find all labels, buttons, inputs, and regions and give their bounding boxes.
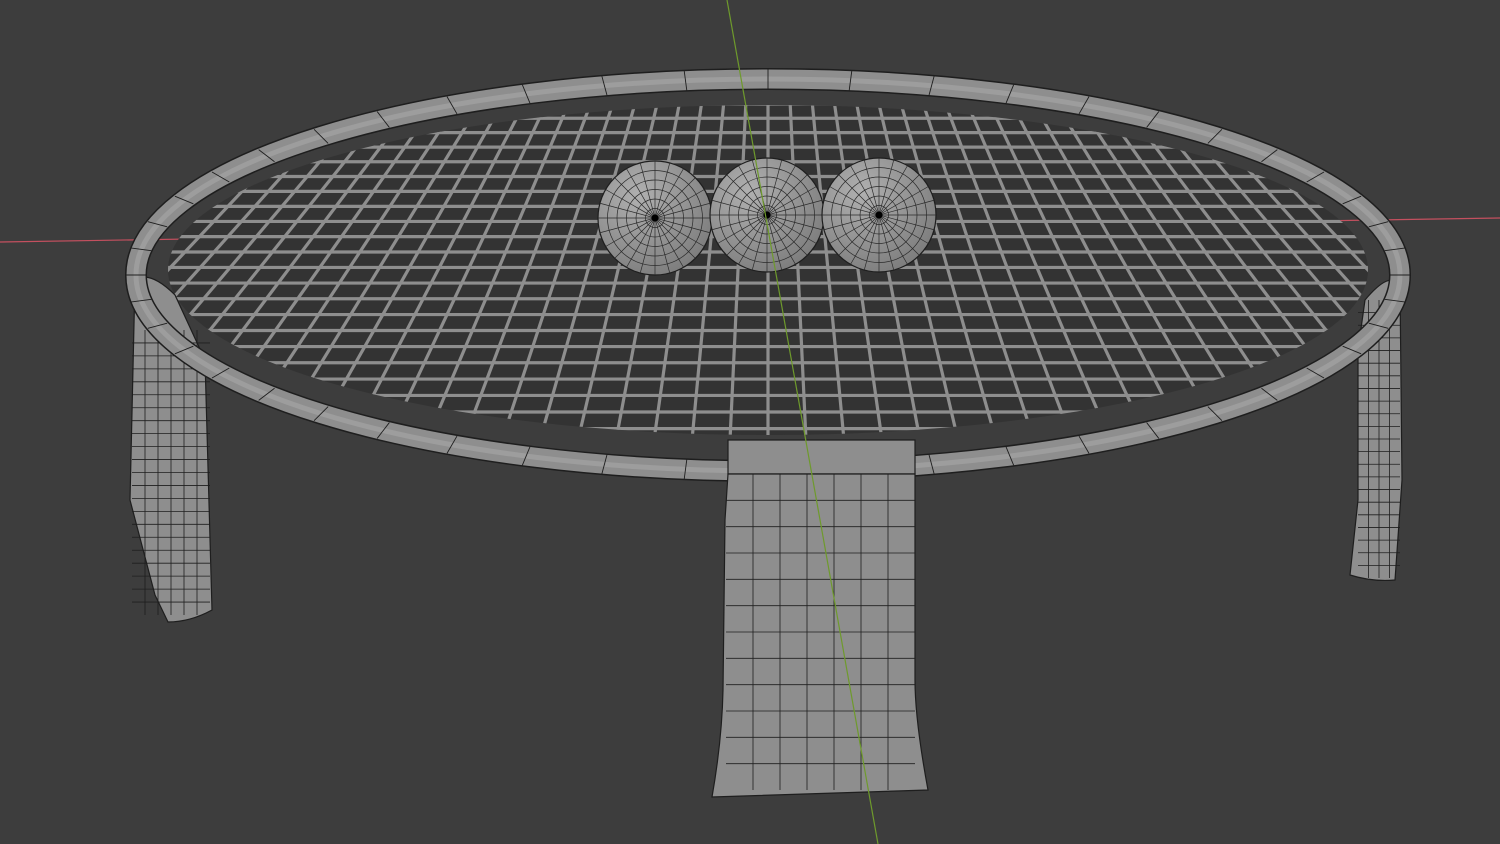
3d-viewport[interactable] [0,0,1500,844]
ball-pole [875,211,883,219]
net-wire [0,100,130,440]
net-wire [0,100,108,440]
ball-3[interactable] [821,157,937,273]
net-wire [1406,100,1500,440]
ball-2[interactable] [709,157,825,273]
viewport-canvas[interactable] [0,0,1500,844]
net-wire [1428,100,1500,440]
ball-1[interactable] [597,160,713,276]
leg-front[interactable] [711,439,929,798]
balls-group [597,157,937,276]
ball-pole [651,214,659,222]
